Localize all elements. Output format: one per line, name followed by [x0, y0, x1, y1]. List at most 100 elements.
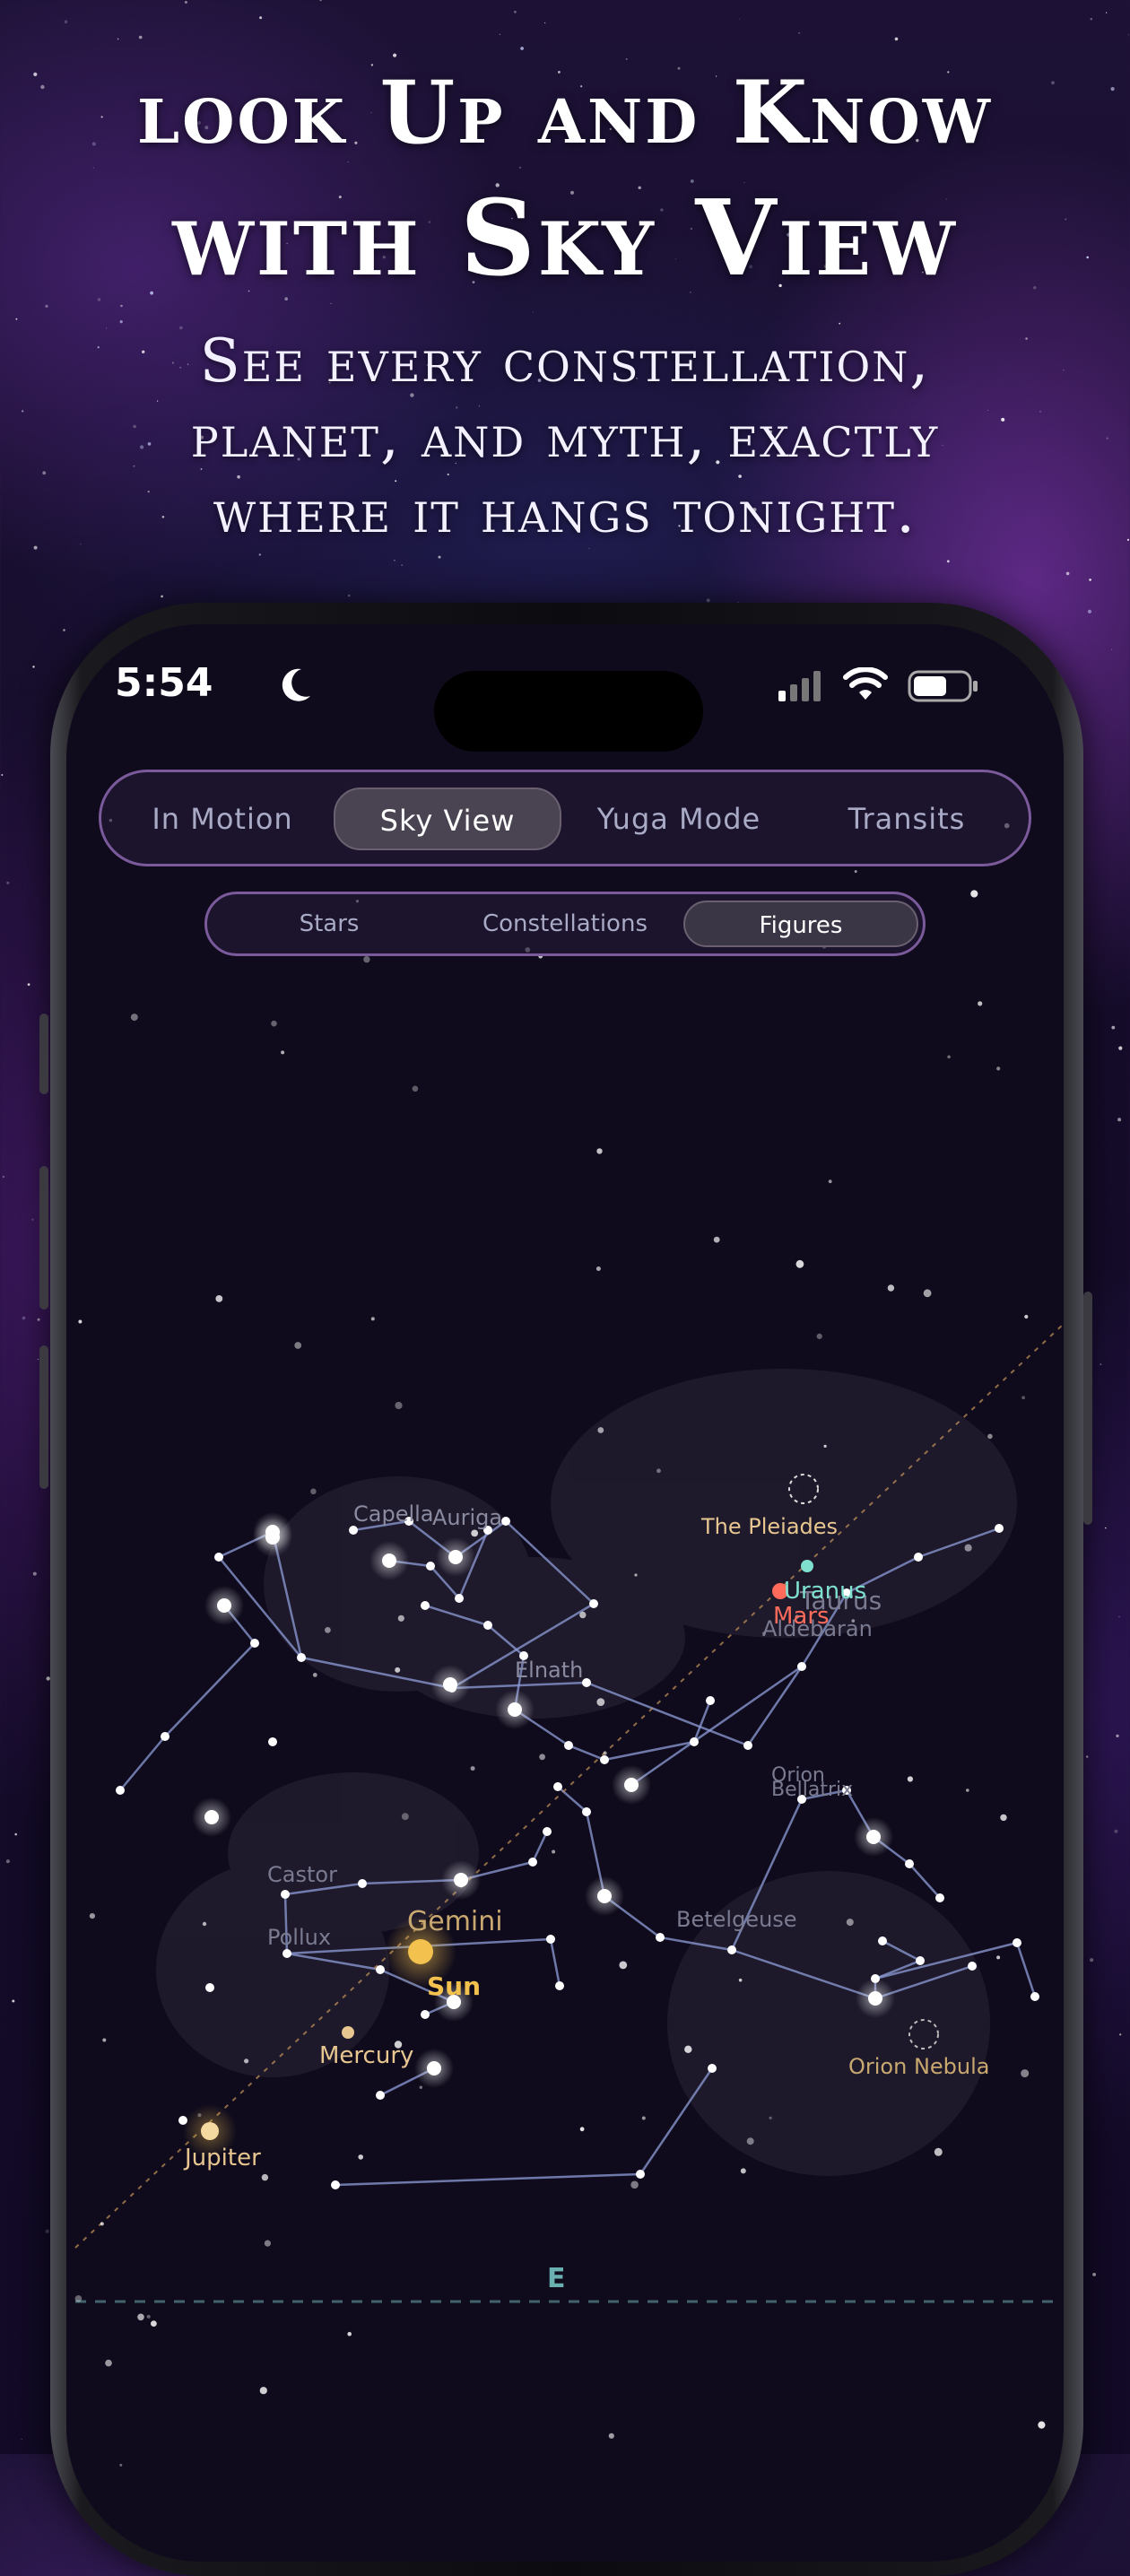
subheadline-line-1: See every constellation, [199, 326, 931, 396]
background-star [1119, 2033, 1122, 2036]
label-pleiades: The Pleiades [700, 1514, 838, 1539]
background-star [184, 1, 187, 4]
jupiter-marker[interactable] [201, 2122, 219, 2140]
faint-star [996, 1066, 1001, 1071]
faint-star [244, 2058, 249, 2064]
faint-star [261, 2173, 269, 2181]
faint-star [964, 1544, 972, 1552]
faint-star [907, 1776, 914, 1782]
faint-star [713, 1236, 720, 1243]
faint-star [923, 1289, 932, 1298]
background-star [92, 167, 95, 169]
star [501, 1517, 510, 1526]
background-star [706, 598, 710, 603]
background-star [1090, 18, 1093, 21]
constellation-line [549, 1938, 561, 1987]
background-star [1111, 1025, 1116, 1030]
star [866, 1830, 881, 1844]
faint-star [325, 1627, 331, 1633]
background-star [519, 166, 522, 169]
background-star [438, 555, 441, 559]
faint-star [1038, 2421, 1046, 2429]
faint-star [795, 1259, 804, 1268]
faint-star [470, 1766, 475, 1771]
star [905, 1859, 914, 1868]
label-bellatrix: Bellatrix [771, 1779, 853, 1801]
faint-star [608, 2432, 614, 2439]
background-star [37, 1318, 40, 1321]
headline-line-2: with Sky View [172, 178, 958, 300]
faint-star [552, 1849, 556, 1854]
faint-star [579, 2127, 585, 2132]
faint-star [828, 1179, 832, 1184]
faint-star [397, 1614, 404, 1622]
background-star [520, 47, 524, 50]
star [636, 2170, 645, 2179]
star [600, 1755, 609, 1764]
star [358, 1879, 367, 1888]
background-star [514, 11, 517, 13]
faint-star [78, 1319, 83, 1324]
background-star [161, 595, 163, 598]
star [426, 1562, 435, 1571]
star [543, 1827, 552, 1836]
subtab-stars[interactable]: Stars [219, 901, 439, 947]
subtab-constellations[interactable]: Constellations [450, 901, 680, 947]
faint-star [202, 1921, 207, 1927]
faint-star [597, 1427, 604, 1433]
tab-in-motion[interactable]: In Motion [115, 788, 330, 850]
subtab-figures[interactable]: Figures [683, 901, 918, 947]
volume-down-button [39, 1345, 48, 1489]
mercury-marker[interactable] [342, 2026, 354, 2039]
background-star [31, 1218, 34, 1221]
background-star [532, 311, 534, 313]
star [443, 1677, 457, 1692]
star [282, 1949, 291, 1958]
sun-marker[interactable] [408, 1939, 433, 1964]
background-star [798, 32, 800, 34]
faint-star [294, 1342, 302, 1349]
faint-star [259, 2387, 267, 2395]
faint-star [823, 1444, 827, 1448]
constellation-line [531, 1831, 549, 1863]
star [727, 1945, 736, 1954]
faint-star [630, 2180, 639, 2189]
background-star [45, 304, 48, 308]
constellation-line [557, 1786, 587, 1813]
background-star [15, 318, 18, 320]
faint-star [215, 1295, 223, 1302]
constellation-line [1015, 1942, 1037, 1997]
tab-transits[interactable]: Transits [796, 788, 1017, 850]
cellular-signal-icon [778, 671, 821, 701]
background-star [1105, 1527, 1107, 1529]
star [205, 1983, 214, 1992]
faint-star [1000, 1814, 1007, 1822]
label-mars: Mars [773, 1603, 830, 1630]
star [546, 1935, 555, 1944]
faint-star [137, 2313, 144, 2321]
star [555, 1981, 564, 1990]
faint-star [596, 1148, 603, 1154]
label-jupiter: Jupiter [183, 2145, 261, 2171]
label-sun: Sun [427, 1971, 481, 2001]
background-star [259, 16, 263, 20]
star [331, 2180, 340, 2189]
star [454, 1873, 468, 1887]
label-auriga: Auriga [432, 1505, 502, 1530]
star [582, 1807, 591, 1816]
star [281, 1890, 290, 1899]
background-star [1065, 571, 1070, 576]
tab-sky-view[interactable]: Sky View [334, 788, 561, 850]
background-star [1089, 579, 1091, 581]
tab-yuga-mode[interactable]: Yuga Mode [567, 788, 791, 850]
wifi-icon [843, 667, 888, 700]
uranus-marker[interactable] [801, 1560, 813, 1572]
background-star [119, 320, 123, 324]
faint-star [312, 1673, 317, 1677]
star [968, 1962, 977, 1971]
faint-star [656, 1468, 661, 1474]
star [116, 1786, 125, 1795]
subheadline-line-3: where it hangs tonight. [213, 477, 917, 546]
faint-star [119, 2463, 123, 2467]
faint-star [579, 1611, 587, 1619]
